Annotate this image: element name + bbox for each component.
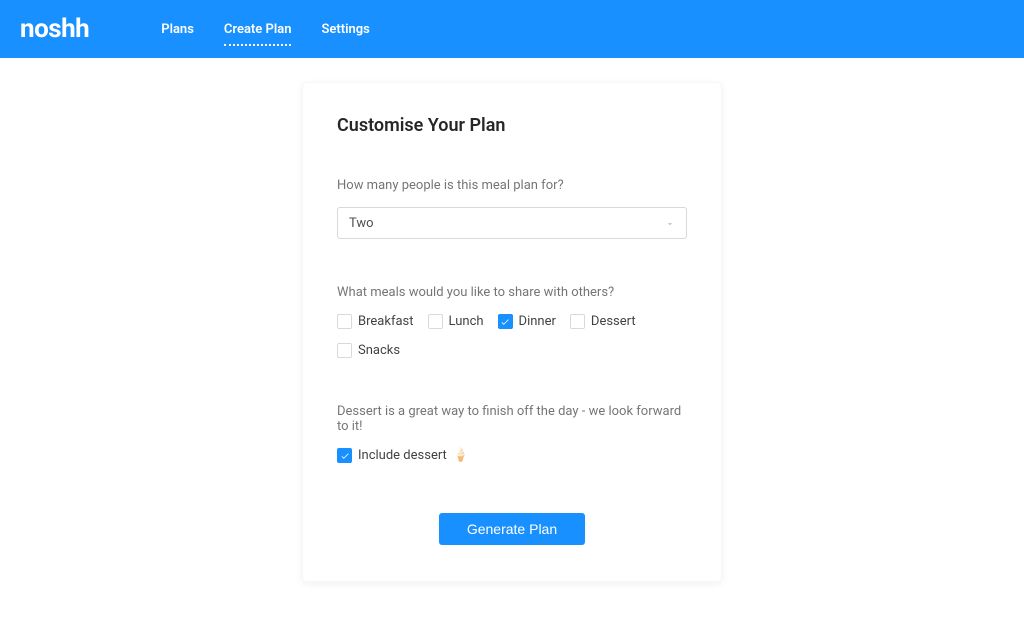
checkbox-breakfast[interactable]: Breakfast <box>337 314 414 329</box>
checkbox-box <box>428 314 443 329</box>
checkbox-box <box>337 314 352 329</box>
chevron-down-icon <box>665 214 675 233</box>
ice-cream-icon: 🍦 <box>453 448 469 463</box>
meals-checkbox-group: Breakfast Lunch Dinner Dessert Snacks <box>337 314 687 358</box>
checkbox-label: Snacks <box>358 343 400 358</box>
card-title: Customise Your Plan <box>337 115 687 136</box>
generate-plan-button[interactable]: Generate Plan <box>439 513 585 545</box>
checkbox-label: Breakfast <box>358 314 414 329</box>
nav-settings[interactable]: Settings <box>321 0 369 58</box>
checkbox-box <box>337 448 352 463</box>
checkbox-box <box>498 314 513 329</box>
dessert-description: Dessert is a great way to finish off the… <box>337 404 687 434</box>
checkbox-dessert[interactable]: Dessert <box>570 314 636 329</box>
people-select[interactable]: Two <box>337 207 687 239</box>
checkbox-label: Dinner <box>519 314 556 329</box>
top-nav-bar: noshh Plans Create Plan Settings <box>0 0 1024 58</box>
checkbox-snacks[interactable]: Snacks <box>337 343 400 358</box>
checkbox-dinner[interactable]: Dinner <box>498 314 556 329</box>
nav-create-plan[interactable]: Create Plan <box>224 0 292 58</box>
checkbox-box <box>337 343 352 358</box>
checkbox-label: Include dessert <box>358 448 447 463</box>
brand-logo: noshh <box>20 14 89 44</box>
nav-plans[interactable]: Plans <box>161 0 194 58</box>
customise-plan-card: Customise Your Plan How many people is t… <box>302 82 722 582</box>
nav-menu: Plans Create Plan Settings <box>161 0 370 58</box>
people-select-value: Two <box>349 216 374 231</box>
meals-label: What meals would you like to share with … <box>337 285 687 300</box>
checkbox-include-dessert[interactable]: Include dessert <box>337 448 447 463</box>
checkbox-lunch[interactable]: Lunch <box>428 314 484 329</box>
checkbox-box <box>570 314 585 329</box>
checkbox-label: Lunch <box>449 314 484 329</box>
people-label: How many people is this meal plan for? <box>337 178 687 193</box>
checkbox-label: Dessert <box>591 314 636 329</box>
